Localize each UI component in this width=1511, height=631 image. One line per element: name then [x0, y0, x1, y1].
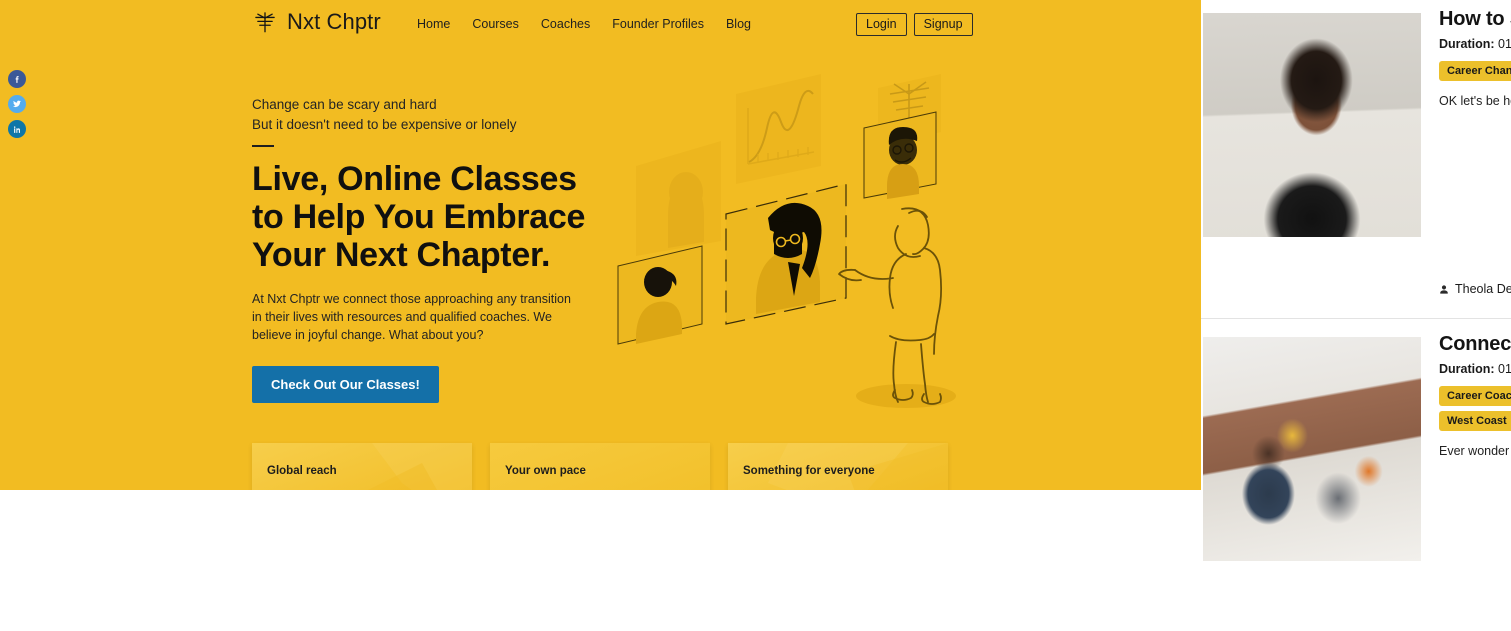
- course-thumbnail: [1203, 13, 1421, 237]
- course-list-panel: How to S Duration: 01:1 Career Chan Self…: [1201, 0, 1511, 631]
- check-out-classes-button[interactable]: Check Out Our Classes!: [252, 366, 439, 403]
- brand-logo[interactable]: Nxt Chptr: [252, 9, 381, 35]
- duration-value: 01:1: [1498, 37, 1511, 51]
- course-thumbnail: [1203, 337, 1421, 561]
- hero-illustration: [617, 74, 956, 408]
- feature-card-eyebrow: Something for everyone: [743, 465, 875, 477]
- card-divider: [1201, 318, 1511, 319]
- hero-kicker-line-1: Change can be scary and hard: [252, 97, 437, 112]
- nav-link-home[interactable]: Home: [417, 17, 450, 31]
- social-share-rail: [8, 70, 28, 145]
- course-tag[interactable]: Career Chan: [1439, 61, 1511, 81]
- duration-label: Duration:: [1439, 37, 1495, 51]
- top-navbar: Nxt Chptr Home Courses Coaches Founder P…: [0, 0, 1201, 48]
- nav-link-coaches[interactable]: Coaches: [541, 17, 590, 31]
- course-description: OK let's be hon want, and it se: [1439, 94, 1511, 108]
- hero-kicker-line-2: But it doesn't need to be expensive or l…: [252, 117, 517, 132]
- plant-logo-icon: [255, 12, 275, 33]
- feature-card-your-own-pace[interactable]: Your own pace Schedule classes and get n…: [490, 443, 710, 490]
- feature-card-eyebrow: Your own pace: [505, 465, 586, 477]
- course-tag[interactable]: West Coast: [1439, 411, 1511, 431]
- feature-card-something-for-everyone[interactable]: Something for everyone Wide variety of c…: [728, 443, 948, 490]
- hero-title: Live, Online Classes to Help You Embrace…: [252, 160, 586, 274]
- course-title: How to S: [1439, 8, 1511, 30]
- twitter-icon[interactable]: [8, 95, 26, 113]
- course-author[interactable]: Theola DeB: [1439, 282, 1511, 296]
- hero-section: Nxt Chptr Home Courses Coaches Founder P…: [0, 0, 1201, 490]
- duration-value: 01:3: [1498, 362, 1511, 376]
- auth-buttons: Login Signup: [856, 13, 973, 36]
- nav-link-courses[interactable]: Courses: [472, 17, 519, 31]
- feature-cards: Global reach The best teachers. Learn Mo…: [252, 443, 948, 490]
- course-duration: Duration: 01:1: [1439, 37, 1511, 51]
- nav-link-founder-profiles[interactable]: Founder Profiles: [612, 17, 704, 31]
- duration-label: Duration:: [1439, 362, 1495, 376]
- feature-card-eyebrow: Global reach: [267, 465, 337, 477]
- hero-copy: Change can be scary and hard But it does…: [252, 95, 592, 403]
- nav-link-blog[interactable]: Blog: [726, 17, 751, 31]
- course-photo: [1203, 13, 1421, 237]
- person-icon: [1440, 284, 1448, 294]
- hero-description: At Nxt Chptr we connect those approachin…: [252, 292, 571, 342]
- course-tags: Career Coac Self Improve Personal Dev We…: [1439, 386, 1511, 431]
- signup-button[interactable]: Signup: [913, 13, 973, 36]
- linkedin-icon[interactable]: [8, 120, 26, 138]
- course-description: Ever wonder h of tremendous: [1439, 444, 1511, 458]
- hero-divider: [252, 145, 274, 147]
- course-photo: [1203, 337, 1421, 561]
- nav-links: Home Courses Coaches Founder Profiles Bl…: [417, 17, 751, 31]
- course-title: Connect: [1439, 333, 1511, 355]
- course-duration: Duration: 01:3: [1439, 362, 1511, 376]
- course-tag[interactable]: Career Coac: [1439, 386, 1511, 406]
- feature-card-global-reach[interactable]: Global reach The best teachers. Learn Mo…: [252, 443, 472, 490]
- brand-name: Nxt Chptr: [287, 9, 381, 34]
- course-tags: Career Chan Self Improve Weekday New Job: [1439, 61, 1511, 81]
- facebook-icon[interactable]: [8, 70, 26, 88]
- course-author-name: Theola DeB: [1455, 282, 1511, 296]
- login-button[interactable]: Login: [856, 13, 907, 36]
